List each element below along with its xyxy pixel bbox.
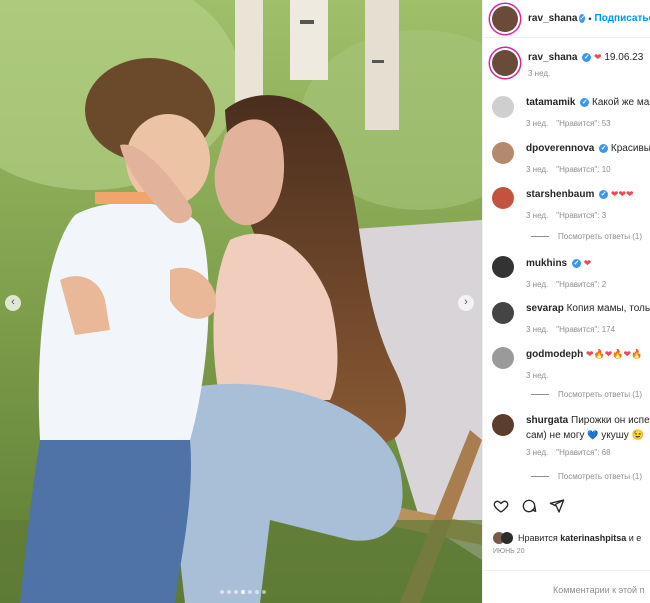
comment-username[interactable]: tatamamik	[526, 97, 575, 108]
post-date: ИЮНЬ 20	[493, 548, 525, 555]
chevron-left-icon[interactable]: ‹	[5, 295, 21, 311]
carousel-indicator	[220, 590, 266, 594]
comment-time: 3 нед.	[526, 119, 549, 128]
photo-image	[0, 0, 482, 603]
comment-likes[interactable]: "Нравится": 53	[556, 119, 610, 128]
verified-icon: ✓	[579, 14, 586, 23]
heart-emoji: ❤	[583, 258, 592, 268]
caption-username[interactable]: rav_shana	[528, 52, 577, 63]
comment-likes[interactable]: "Нравится": 3	[556, 211, 606, 220]
verified-icon: ✓	[571, 258, 581, 268]
comment-time: 3 нед.	[526, 165, 549, 174]
comment-avatar[interactable]	[492, 142, 514, 164]
view-replies-link[interactable]: Посмотреть ответы (1)	[531, 472, 642, 481]
comment-likes[interactable]: "Нравится": 68	[556, 448, 610, 457]
action-bar	[493, 498, 565, 514]
blue-heart-emoji: 💙	[587, 430, 599, 440]
emoji-face: 😉	[631, 430, 645, 441]
liker-avatar	[501, 532, 513, 544]
comment-item: starshenbaum ✓ ❤❤❤ 3 нед. "Нравится": 3	[492, 187, 634, 223]
comment-avatar[interactable]	[492, 256, 514, 278]
comment-time: 3 нед.	[526, 371, 549, 380]
author-avatar[interactable]	[492, 5, 518, 32]
verified-icon: ✓	[582, 52, 592, 62]
comment-username[interactable]: starshenbaum	[526, 189, 594, 200]
heart-emoji: ❤❤❤	[610, 189, 634, 199]
instagram-post-window: ‹ › rav_shana ✓ • Подписаться rav_shana …	[0, 0, 650, 603]
comment-text: Красивые!!	[610, 143, 650, 154]
caption-avatar[interactable]	[492, 50, 518, 76]
comment-likes[interactable]: "Нравится": 10	[556, 165, 610, 174]
carousel-dot	[248, 590, 252, 594]
comment-username[interactable]: mukhins	[526, 258, 567, 269]
carousel-dot	[227, 590, 231, 594]
comment-username[interactable]: shurgata	[526, 415, 568, 426]
comment-icon[interactable]	[521, 498, 537, 514]
likes-user[interactable]: katerinashpitsa	[560, 533, 626, 543]
comment-item: tatamamik ✓ Какой же мамин 3 нед. "Нравит…	[492, 96, 650, 131]
comment-item: godmodeph ❤🔥❤🔥❤🔥 3 нед.	[492, 347, 642, 383]
verified-icon: ✓	[580, 97, 590, 107]
heart-emoji: ❤	[594, 52, 602, 62]
post-side-panel: rav_shana ✓ • Подписаться rav_shana ✓ ❤ …	[482, 0, 650, 603]
comment-text-2: сам) не могу	[526, 430, 585, 441]
likes-prefix: Нравится	[518, 533, 558, 543]
comment-avatar[interactable]	[492, 96, 514, 118]
comment-item: mukhins ✓ ❤ 3 нед. "Нравится": 2	[492, 256, 606, 292]
post-header: rav_shana ✓ • Подписаться	[483, 0, 650, 38]
author-username[interactable]: rav_shana	[528, 13, 577, 24]
comment-avatar[interactable]	[492, 302, 514, 324]
heart-icon[interactable]	[493, 498, 509, 514]
separator-dot: •	[588, 13, 592, 24]
carousel-dot	[262, 590, 266, 594]
comment-avatar[interactable]	[492, 414, 514, 436]
likes-suffix: и e	[628, 533, 642, 543]
comment-item: dpoverennova ✓ Красивые!! 3 нед. "Нравитс…	[492, 142, 650, 177]
comment-time: 3 нед.	[526, 280, 549, 289]
caption: rav_shana ✓ ❤ 19.06.23 3 нед.	[492, 50, 643, 81]
post-photo[interactable]: ‹ ›	[0, 0, 482, 603]
comment-text: Копия мамы, только	[566, 303, 650, 314]
comment-username[interactable]: godmodeph	[526, 349, 583, 360]
share-icon[interactable]	[549, 498, 565, 514]
comment-item: sevarap Копия мамы, только 3 нед. "Нравит…	[492, 302, 650, 337]
carousel-dot	[220, 590, 224, 594]
comment-text: Какой же мамин	[592, 97, 650, 108]
verified-icon: ✓	[599, 189, 609, 199]
carousel-dot	[234, 590, 238, 594]
comment-text: Пирожки он испеч	[571, 415, 650, 426]
carousel-dot-active	[241, 590, 245, 594]
likes-line: Нравится katerinashpitsa и e	[493, 532, 641, 544]
comment-likes[interactable]: "Нравится": 174	[556, 325, 615, 334]
add-comment-input[interactable]: Комментарии к этой п	[483, 570, 650, 603]
verified-icon: ✓	[599, 143, 609, 153]
comment-item: shurgata Пирожки он испеч сам) не могу 💙…	[492, 414, 650, 460]
comment-likes[interactable]: "Нравится": 2	[556, 280, 606, 289]
comment-time: 3 нед.	[526, 211, 549, 220]
comment-avatar[interactable]	[492, 187, 514, 209]
comment-time: 3 нед.	[526, 325, 549, 334]
chevron-right-icon[interactable]: ›	[458, 295, 474, 311]
comment-text-3: укушу	[601, 430, 629, 441]
carousel-dot	[255, 590, 259, 594]
comment-username[interactable]: dpoverennova	[526, 143, 594, 154]
comment-time: 3 нед.	[526, 448, 549, 457]
comment-username[interactable]: sevarap	[526, 303, 564, 314]
comment-avatar[interactable]	[492, 347, 514, 369]
follow-button[interactable]: Подписаться	[595, 13, 650, 24]
emoji-row: ❤🔥❤🔥❤🔥	[586, 349, 643, 359]
view-replies-link[interactable]: Посмотреть ответы (1)	[531, 390, 642, 399]
view-replies-link[interactable]: Посмотреть ответы (1)	[531, 232, 642, 241]
caption-time: 3 нед.	[528, 69, 551, 78]
caption-text: 19.06.23	[604, 52, 644, 63]
